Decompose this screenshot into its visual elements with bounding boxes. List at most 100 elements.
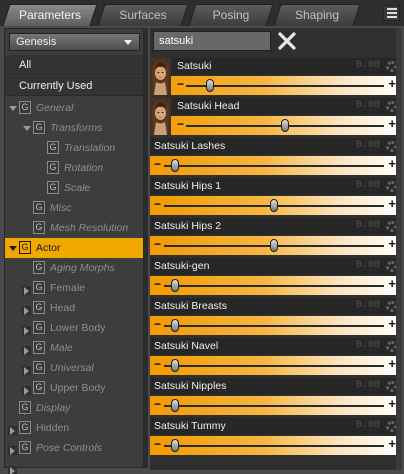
decrement-button[interactable]: − bbox=[154, 197, 161, 211]
slider-track[interactable]: − + bbox=[150, 76, 400, 95]
slider-knob[interactable] bbox=[205, 79, 214, 92]
parameter-value[interactable]: 0.00 bbox=[356, 380, 380, 391]
tree-item[interactable]: G Head bbox=[5, 298, 143, 335]
decrement-button[interactable]: − bbox=[154, 237, 161, 251]
slider-track[interactable]: − + bbox=[150, 156, 400, 175]
parameter-value[interactable]: 0.00 bbox=[356, 300, 380, 311]
decrement-button[interactable]: − bbox=[154, 317, 161, 331]
group-g-icon: G bbox=[19, 421, 31, 434]
tree-item[interactable]: G Universal bbox=[5, 358, 143, 395]
tree-item[interactable]: G Pose Controls bbox=[5, 438, 143, 474]
tree-item[interactable]: G Display bbox=[5, 398, 143, 435]
decrement-button[interactable]: − bbox=[154, 437, 161, 451]
parameter-value[interactable]: 0.00 bbox=[356, 420, 380, 431]
slider-knob[interactable] bbox=[281, 119, 289, 132]
close-x-icon[interactable] bbox=[277, 31, 297, 51]
expand-down-icon[interactable] bbox=[22, 124, 31, 133]
parameter-slider: Satsuki Hips 1 0.00− + bbox=[150, 178, 400, 216]
tree-item[interactable]: G Transforms bbox=[5, 118, 143, 138]
slider-knob[interactable] bbox=[171, 399, 179, 412]
slider-track[interactable]: − + bbox=[150, 316, 400, 335]
decrement-button[interactable]: − bbox=[154, 357, 161, 371]
slider-track[interactable]: − + bbox=[150, 396, 400, 415]
decrement-button[interactable]: − bbox=[177, 77, 184, 91]
parameter-value[interactable]: 0.00 bbox=[356, 340, 380, 351]
tree-item-label: Lower Body bbox=[50, 322, 106, 334]
tree-item[interactable]: G Scale bbox=[5, 178, 143, 198]
parameter-value[interactable]: 0.00 bbox=[356, 220, 380, 231]
tree-item[interactable]: G Aging Morphs bbox=[5, 258, 143, 295]
search-input[interactable] bbox=[153, 31, 271, 51]
parameter-value[interactable]: 0.00 bbox=[356, 260, 380, 271]
filter-all[interactable]: All bbox=[5, 55, 143, 75]
slider-knob[interactable] bbox=[171, 159, 179, 172]
tree-item[interactable]: G Hidden bbox=[5, 418, 143, 455]
increment-button[interactable]: + bbox=[388, 116, 396, 131]
increment-button[interactable]: + bbox=[388, 76, 396, 91]
parameter-value[interactable]: 0.00 bbox=[356, 100, 380, 111]
decrement-button[interactable]: − bbox=[154, 277, 161, 291]
filter-currently-used[interactable]: Currently Used bbox=[5, 76, 143, 96]
tree-item[interactable]: G Male bbox=[5, 338, 143, 375]
slider-track[interactable]: − + bbox=[150, 116, 400, 135]
slider-knob[interactable] bbox=[270, 199, 278, 212]
parameter-value[interactable]: 0.00 bbox=[356, 60, 380, 71]
increment-button[interactable]: + bbox=[388, 396, 396, 411]
tab-parameters[interactable]: Parameters bbox=[2, 4, 98, 26]
tree-item-label: Aging Morphs bbox=[50, 262, 115, 274]
hamburger-menu-icon[interactable] bbox=[383, 5, 400, 21]
expand-down-icon[interactable] bbox=[8, 104, 17, 113]
increment-button[interactable]: + bbox=[388, 316, 396, 331]
figure-dropdown[interactable]: Genesis bbox=[9, 33, 140, 51]
tree-item[interactable]: G Female bbox=[5, 278, 143, 315]
decrement-button[interactable]: − bbox=[154, 157, 161, 171]
decrement-button[interactable]: − bbox=[177, 117, 184, 131]
tree-item[interactable]: G Lower Body bbox=[5, 318, 143, 355]
morph-thumbnail bbox=[150, 98, 171, 135]
slider-line bbox=[164, 165, 384, 167]
tree-item[interactable]: G General bbox=[5, 98, 143, 118]
group-g-icon: G bbox=[33, 321, 45, 334]
increment-button[interactable]: + bbox=[388, 356, 396, 371]
tree-item[interactable]: G Mesh Resolution bbox=[5, 218, 143, 238]
slider-knob[interactable] bbox=[171, 439, 179, 452]
slider-line bbox=[186, 85, 384, 87]
increment-button[interactable]: + bbox=[388, 436, 396, 451]
parameter-name: Satsuki Nipples bbox=[154, 380, 227, 392]
tab-shaping[interactable]: Shaping bbox=[273, 4, 361, 26]
tree-item[interactable]: G Rotation bbox=[5, 158, 143, 178]
parameter-slider: Satsuki Tummy 0.00− + bbox=[150, 418, 400, 456]
tree-item[interactable]: G Upper Body bbox=[5, 378, 143, 415]
tab-posing[interactable]: Posing bbox=[188, 4, 274, 26]
tree-item-label: Mesh Resolution bbox=[50, 222, 129, 234]
tree-item[interactable]: G Translation bbox=[5, 138, 143, 158]
decrement-button[interactable]: − bbox=[154, 397, 161, 411]
increment-button[interactable]: + bbox=[388, 156, 396, 171]
slider-knob[interactable] bbox=[171, 359, 179, 372]
slider-track[interactable]: − + bbox=[150, 236, 400, 255]
increment-button[interactable]: + bbox=[388, 236, 396, 251]
increment-button[interactable]: + bbox=[388, 196, 396, 211]
tree-item[interactable]: G Actor bbox=[5, 238, 143, 258]
expand-down-icon[interactable] bbox=[8, 244, 17, 253]
parameter-header: Satsuki 0.00 bbox=[150, 58, 400, 75]
increment-button[interactable]: + bbox=[388, 276, 396, 291]
slider-track[interactable]: − + bbox=[150, 276, 400, 295]
parameter-value[interactable]: 0.00 bbox=[356, 180, 380, 191]
slider-track[interactable]: − + bbox=[150, 436, 400, 455]
panel-splitter[interactable] bbox=[144, 28, 148, 468]
tree-item[interactable]: G Misc bbox=[5, 198, 143, 218]
group-g-icon: G bbox=[33, 301, 45, 314]
expand-right-icon[interactable] bbox=[8, 466, 17, 474]
tree-item-label: Male bbox=[50, 342, 73, 354]
group-g-icon: G bbox=[33, 381, 45, 394]
tab-surfaces[interactable]: Surfaces bbox=[97, 4, 189, 26]
slider-knob[interactable] bbox=[171, 279, 179, 292]
slider-knob[interactable] bbox=[171, 319, 179, 332]
slider-knob[interactable] bbox=[270, 239, 278, 252]
slider-track[interactable]: − + bbox=[150, 356, 400, 375]
parameter-value[interactable]: 0.00 bbox=[356, 140, 380, 151]
slider-track[interactable]: − + bbox=[150, 196, 400, 215]
chevron-down-icon bbox=[124, 40, 132, 45]
scrollbar[interactable] bbox=[396, 28, 402, 470]
